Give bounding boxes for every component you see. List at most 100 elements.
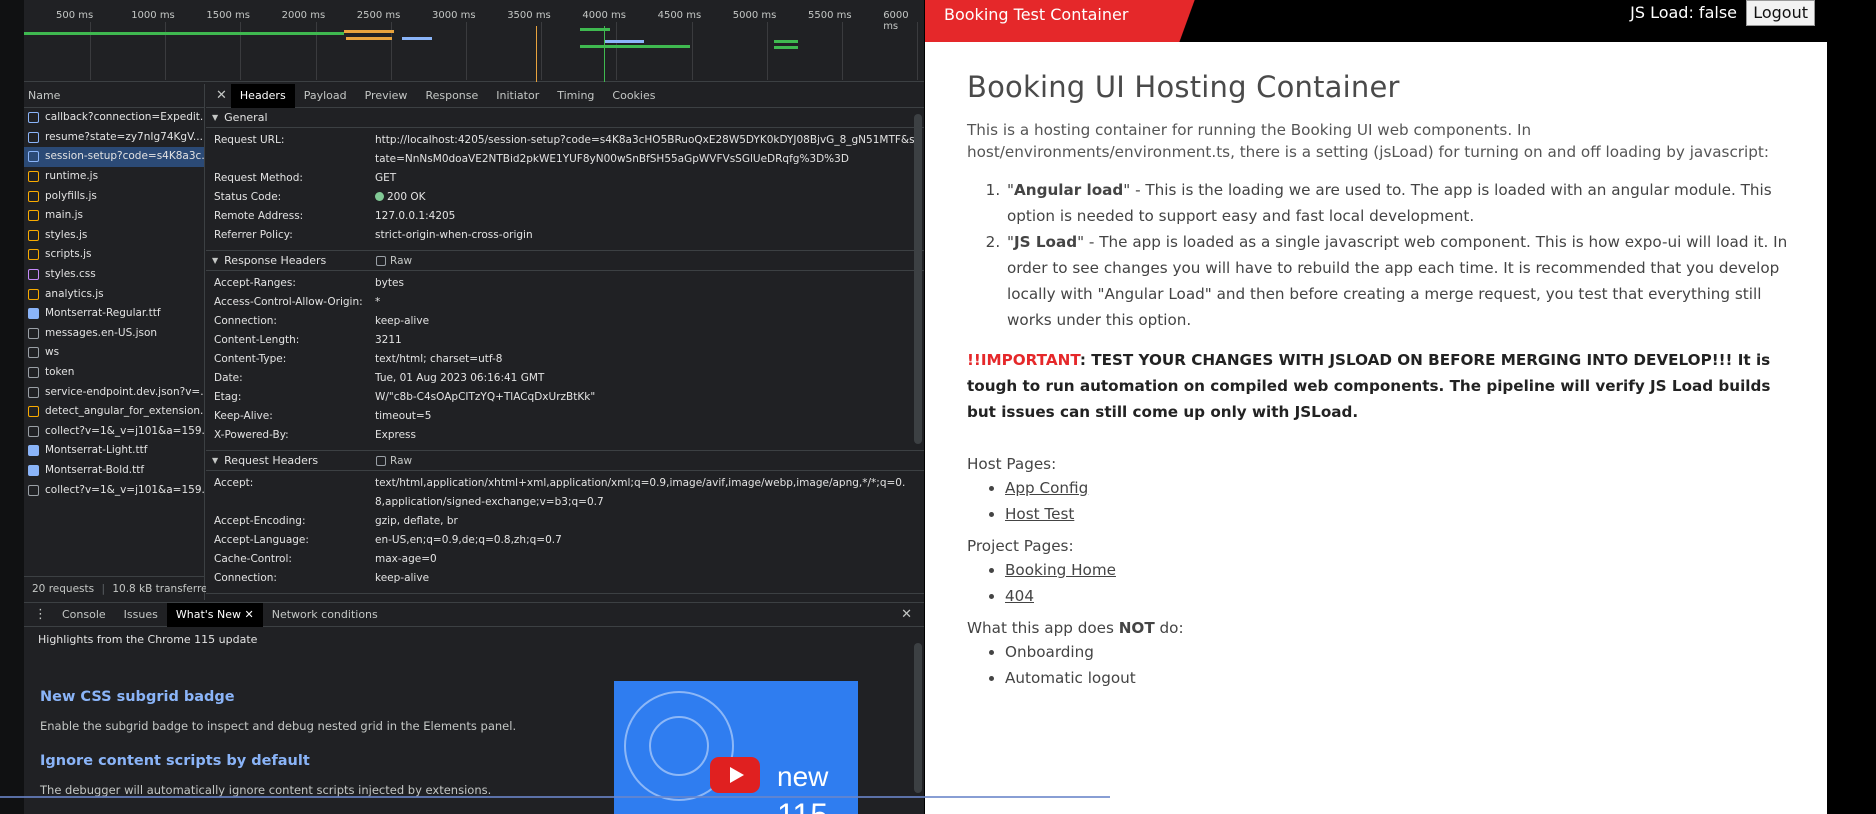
list-item: Booking Home [1005, 557, 1797, 583]
raw-toggle[interactable]: Raw [376, 451, 412, 471]
header-value[interactable]: keep-alive [375, 569, 915, 588]
header-row: Accept-Ranges: bytes [206, 274, 924, 293]
request-row[interactable]: collect?v=1&_v=j101&a=159... [24, 422, 204, 442]
header-value[interactable]: Express [375, 426, 915, 445]
request-row[interactable]: polyfills.js [24, 186, 204, 206]
tab-headers[interactable]: Headers [230, 83, 295, 108]
request-row[interactable]: Montserrat-Light.ttf [24, 441, 204, 461]
drawer-tab-network-conditions[interactable]: Network conditions [263, 603, 387, 627]
request-row[interactable]: analytics.js [24, 284, 204, 304]
tab-response[interactable]: Response [416, 84, 487, 108]
header-row: Accept-Encoding: gzip, deflate, br [206, 512, 924, 531]
tab-cookies[interactable]: Cookies [603, 84, 664, 108]
request-row[interactable]: messages.en-US.json [24, 324, 204, 344]
drawer-tab-label: Issues [123, 607, 158, 621]
header-value[interactable]: Tue, 01 Aug 2023 06:16:41 GMT [375, 369, 915, 388]
raw-toggle[interactable]: Raw [376, 251, 412, 271]
network-timeline-overview[interactable]: 500 ms 1000 ms 1500 ms 2000 ms 2500 ms 3000 m… [24, 0, 924, 82]
tab-initiator[interactable]: Initiator [487, 84, 548, 108]
video-progress-bar[interactable] [0, 796, 1110, 798]
app-config-link[interactable]: App Config [1005, 479, 1088, 497]
request-row[interactable]: Montserrat-Regular.ttf [24, 304, 204, 324]
logout-button[interactable]: Logout [1746, 0, 1815, 26]
timeline-tick-label: 1500 ms [206, 10, 250, 21]
header-value[interactable]: GET [375, 169, 915, 188]
drawer-tab-issues[interactable]: Issues [115, 603, 167, 627]
whats-new-video-thumbnail[interactable]: new 115 [614, 681, 858, 814]
header-value[interactable]: 200 OK [375, 188, 915, 207]
request-row[interactable]: styles.js [24, 226, 204, 246]
tab-preview[interactable]: Preview [356, 84, 417, 108]
host-test-link[interactable]: Host Test [1005, 505, 1074, 523]
feature-title-content-scripts[interactable]: Ignore content scripts by default [40, 753, 310, 769]
header-value[interactable]: gzip, deflate, br [375, 512, 915, 531]
timeline-request-bar [344, 30, 394, 33]
header-value[interactable]: * [375, 293, 915, 312]
important-notice: !!IMPORTANT: TEST YOUR CHANGES WITH JSLO… [967, 347, 1797, 425]
request-row[interactable]: token [24, 363, 204, 383]
raw-checkbox[interactable] [376, 455, 386, 466]
header-value[interactable]: keep-alive [375, 312, 915, 331]
header-value[interactable]: timeout=5 [375, 407, 915, 426]
timeline-tick-label: 5500 ms [808, 10, 852, 21]
drawer-tab-label: What's New [175, 607, 242, 621]
request-row[interactable]: main.js [24, 206, 204, 226]
header-value[interactable]: 3211 [375, 331, 915, 350]
section-header[interactable]: ▼ Response Headers Raw [206, 251, 924, 271]
header-key: Connection: [214, 315, 277, 327]
not-found-link[interactable]: 404 [1005, 587, 1034, 605]
list-item: App Config [1005, 475, 1797, 501]
section-header[interactable]: ▼ General [206, 108, 924, 128]
detail-scrollbar[interactable] [914, 114, 922, 444]
close-tab-icon[interactable]: ✕ [241, 608, 254, 621]
request-row[interactable]: Montserrat-Bold.ttf [24, 461, 204, 481]
request-rows: callback?connection=Expedit... resume?sta… [24, 108, 204, 500]
request-row[interactable]: collect?v=1&_v=j101&a=159... [24, 480, 204, 500]
header-value[interactable]: en-US,en;q=0.9,de;q=0.8,zh;q=0.7 [375, 531, 915, 550]
header-row: Connection: keep-alive [206, 569, 924, 588]
request-row[interactable]: resume?state=zy7nIg74KgV... [24, 128, 204, 148]
raw-checkbox[interactable] [376, 255, 386, 266]
important-text: : TEST YOUR CHANGES WITH JSLOAD ON BEFOR… [967, 351, 1771, 421]
header-list: Accept: text/html,application/xhtml+xml,a… [206, 471, 924, 594]
name-column-header[interactable]: Name [24, 84, 204, 108]
request-row[interactable]: detect_angular_for_extension... [24, 402, 204, 422]
request-row[interactable]: runtime.js [24, 167, 204, 187]
request-row[interactable]: service-endpoint.dev.json?v=... [24, 382, 204, 402]
header-value[interactable]: max-age=0 [375, 550, 915, 569]
timeline-grid-line [766, 22, 768, 80]
header-value[interactable]: bytes [375, 274, 915, 293]
tab-payload[interactable]: Payload [295, 84, 356, 108]
header-value[interactable]: 127.0.0.1:4205 [375, 207, 915, 226]
header-value[interactable]: text/html,application/xhtml+xml,applicat… [375, 474, 915, 512]
drawer-scrollbar[interactable] [914, 643, 922, 793]
request-row[interactable]: ws [24, 343, 204, 363]
header-value[interactable]: http://localhost:4205/session-setup?code… [375, 131, 915, 169]
drawer-tab-console[interactable]: Console [53, 603, 115, 627]
header-value[interactable]: text/html; charset=utf-8 [375, 350, 915, 369]
header-row: Referrer Policy: strict-origin-when-cross… [206, 226, 924, 245]
expand-triangle-icon[interactable]: ▼ [212, 451, 218, 471]
request-row[interactable]: session-setup?code=s4K8a3c... [24, 147, 204, 167]
section-header[interactable]: ▼ Request Headers Raw [206, 451, 924, 471]
close-detail-icon[interactable]: ✕ [216, 88, 227, 103]
youtube-play-icon[interactable] [710, 757, 760, 793]
feature-title-subgrid[interactable]: New CSS subgrid badge [40, 689, 235, 705]
expand-triangle-icon[interactable]: ▼ [212, 251, 218, 271]
header-key: Accept-Ranges: [214, 277, 296, 289]
dom-content-loaded-marker [536, 26, 537, 82]
close-drawer-icon[interactable]: ✕ [901, 607, 912, 622]
request-row[interactable]: styles.css [24, 265, 204, 285]
header-row: Status Code: 200 OK [206, 188, 924, 207]
expand-triangle-icon[interactable]: ▼ [212, 108, 218, 128]
request-row[interactable]: scripts.js [24, 245, 204, 265]
header-value[interactable]: strict-origin-when-cross-origin [375, 226, 915, 245]
tab-timing[interactable]: Timing [548, 84, 603, 108]
booking-home-link[interactable]: Booking Home [1005, 561, 1116, 579]
raw-label: Raw [390, 254, 413, 267]
drawer-tab-what-s-new[interactable]: What's New ✕ [166, 602, 263, 627]
header-value[interactable]: W/"c8b-C4sOApCITzYQ+TlACqDxUrzBtKk" [375, 388, 915, 407]
request-name: messages.en-US.json [45, 326, 158, 339]
more-options-icon[interactable]: ⋮ [34, 607, 47, 622]
request-row[interactable]: callback?connection=Expedit... [24, 108, 204, 128]
